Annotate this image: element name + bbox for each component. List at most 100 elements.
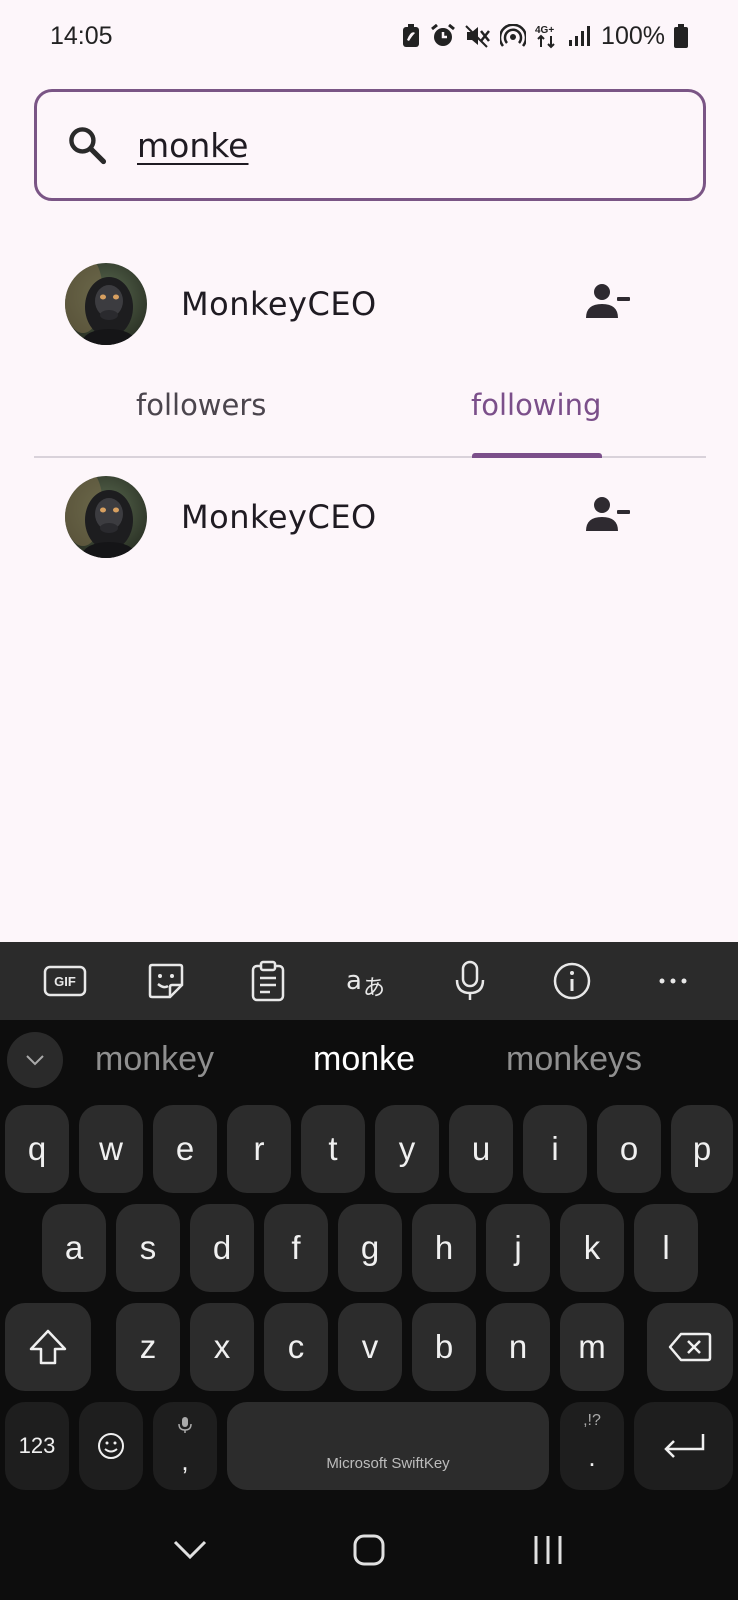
comma-key[interactable]: , — [153, 1402, 217, 1490]
key-p[interactable]: p — [671, 1105, 733, 1193]
profile-username: MonkeyCEO — [181, 285, 377, 323]
key-h[interactable]: h — [412, 1204, 476, 1292]
svg-text:あ: あ — [363, 976, 385, 999]
clipboard-button[interactable] — [238, 951, 298, 1011]
svg-text:4G+: 4G+ — [535, 25, 554, 36]
sticker-icon — [148, 963, 184, 999]
key-q[interactable]: q — [5, 1105, 69, 1193]
period-label: . — [588, 1442, 596, 1472]
signal-icon — [569, 26, 591, 46]
mic-button[interactable] — [440, 951, 500, 1011]
key-n[interactable]: n — [486, 1303, 550, 1391]
battery-saver-icon — [403, 24, 420, 47]
home-icon — [353, 1534, 385, 1566]
shift-key[interactable] — [5, 1303, 91, 1391]
list-item[interactable]: MonkeyCEO — [0, 472, 738, 562]
nav-bar — [0, 1500, 738, 1600]
battery-icon — [674, 24, 688, 48]
key-y[interactable]: y — [375, 1105, 439, 1193]
key-u[interactable]: u — [449, 1105, 513, 1193]
collapse-suggestions-button[interactable] — [7, 1032, 63, 1088]
tabs: followers following — [34, 370, 706, 458]
keyboard-toolbar: GIF a あ — [0, 942, 738, 1020]
unfollow-button[interactable] — [584, 495, 632, 539]
list-item-username: MonkeyCEO — [181, 498, 377, 536]
status-bar: 14:05 4G+ 100% — [0, 0, 738, 72]
key-t[interactable]: t — [301, 1105, 365, 1193]
suggestion-row: monkey monke monkeys — [0, 1020, 738, 1102]
key-i[interactable]: i — [523, 1105, 587, 1193]
tab-following[interactable]: following — [471, 388, 601, 422]
key-m[interactable]: m — [560, 1303, 624, 1391]
key-g[interactable]: g — [338, 1204, 402, 1292]
battery-percent: 100% — [601, 21, 665, 50]
mute-icon — [465, 25, 491, 48]
gif-button[interactable]: GIF — [35, 951, 95, 1011]
recents-icon — [534, 1536, 562, 1564]
key-j[interactable]: j — [486, 1204, 550, 1292]
search-box[interactable] — [34, 89, 706, 201]
home-button[interactable] — [329, 1510, 409, 1590]
hide-keyboard-button[interactable] — [150, 1510, 230, 1590]
tab-followers[interactable]: followers — [136, 388, 266, 422]
space-label: Microsoft SwiftKey — [326, 1455, 450, 1472]
emoji-icon — [98, 1433, 124, 1459]
key-f[interactable]: f — [264, 1204, 328, 1292]
sticker-button[interactable] — [136, 951, 196, 1011]
person-remove-icon — [586, 284, 630, 318]
key-a[interactable]: a — [42, 1204, 106, 1292]
4g-plus-icon: 4G+ — [535, 25, 555, 49]
numbers-key[interactable]: 123 — [5, 1402, 69, 1490]
key-d[interactable]: d — [190, 1204, 254, 1292]
suggestion-left[interactable]: monkey — [95, 1040, 214, 1079]
status-time: 14:05 — [50, 21, 113, 50]
alarm-icon — [431, 24, 455, 46]
gif-icon: GIF — [43, 965, 86, 997]
search-icon — [69, 127, 107, 165]
key-v[interactable]: v — [338, 1303, 402, 1391]
key-k[interactable]: k — [560, 1204, 624, 1292]
emoji-key[interactable] — [79, 1402, 143, 1490]
tab-indicator — [472, 453, 602, 458]
key-b[interactable]: b — [412, 1303, 476, 1391]
hide-keyboard-icon — [173, 1540, 206, 1560]
search-input[interactable] — [137, 125, 637, 165]
key-w[interactable]: w — [79, 1105, 143, 1193]
suggestion-center[interactable]: monke — [313, 1040, 415, 1079]
person-remove-icon — [586, 497, 630, 531]
enter-icon — [663, 1434, 704, 1458]
status-icons: 4G+ 100% — [401, 22, 688, 51]
key-z[interactable]: z — [116, 1303, 180, 1391]
translate-button[interactable]: a あ — [339, 951, 399, 1011]
backspace-icon — [668, 1332, 712, 1362]
info-icon — [553, 962, 591, 1000]
avatar[interactable] — [65, 263, 147, 345]
period-sub-label: ,!? — [583, 1412, 601, 1429]
more-icon — [659, 978, 687, 984]
recents-button[interactable] — [508, 1510, 588, 1590]
space-key[interactable]: Microsoft SwiftKey — [227, 1402, 549, 1490]
info-button[interactable] — [542, 951, 602, 1011]
enter-key[interactable] — [634, 1402, 733, 1490]
backspace-key[interactable] — [647, 1303, 733, 1391]
chevron-down-icon — [26, 1055, 44, 1066]
suggestion-right[interactable]: monkeys — [506, 1040, 642, 1079]
clipboard-icon — [251, 960, 284, 1002]
mic-icon — [456, 960, 485, 1000]
period-key[interactable]: ,!? . — [560, 1402, 624, 1490]
profile-row: MonkeyCEO — [0, 259, 738, 349]
key-c[interactable]: c — [264, 1303, 328, 1391]
key-s[interactable]: s — [116, 1204, 180, 1292]
more-button[interactable] — [643, 951, 703, 1011]
key-x[interactable]: x — [190, 1303, 254, 1391]
key-r[interactable]: r — [227, 1105, 291, 1193]
unfollow-button[interactable] — [584, 282, 632, 326]
key-l[interactable]: l — [634, 1204, 698, 1292]
translate-icon: a あ — [346, 966, 385, 999]
key-e[interactable]: e — [153, 1105, 217, 1193]
avatar[interactable] — [65, 476, 147, 558]
mic-small-icon — [178, 1417, 192, 1433]
gif-label: GIF — [54, 974, 76, 989]
key-o[interactable]: o — [597, 1105, 661, 1193]
comma-label: , — [181, 1446, 189, 1476]
